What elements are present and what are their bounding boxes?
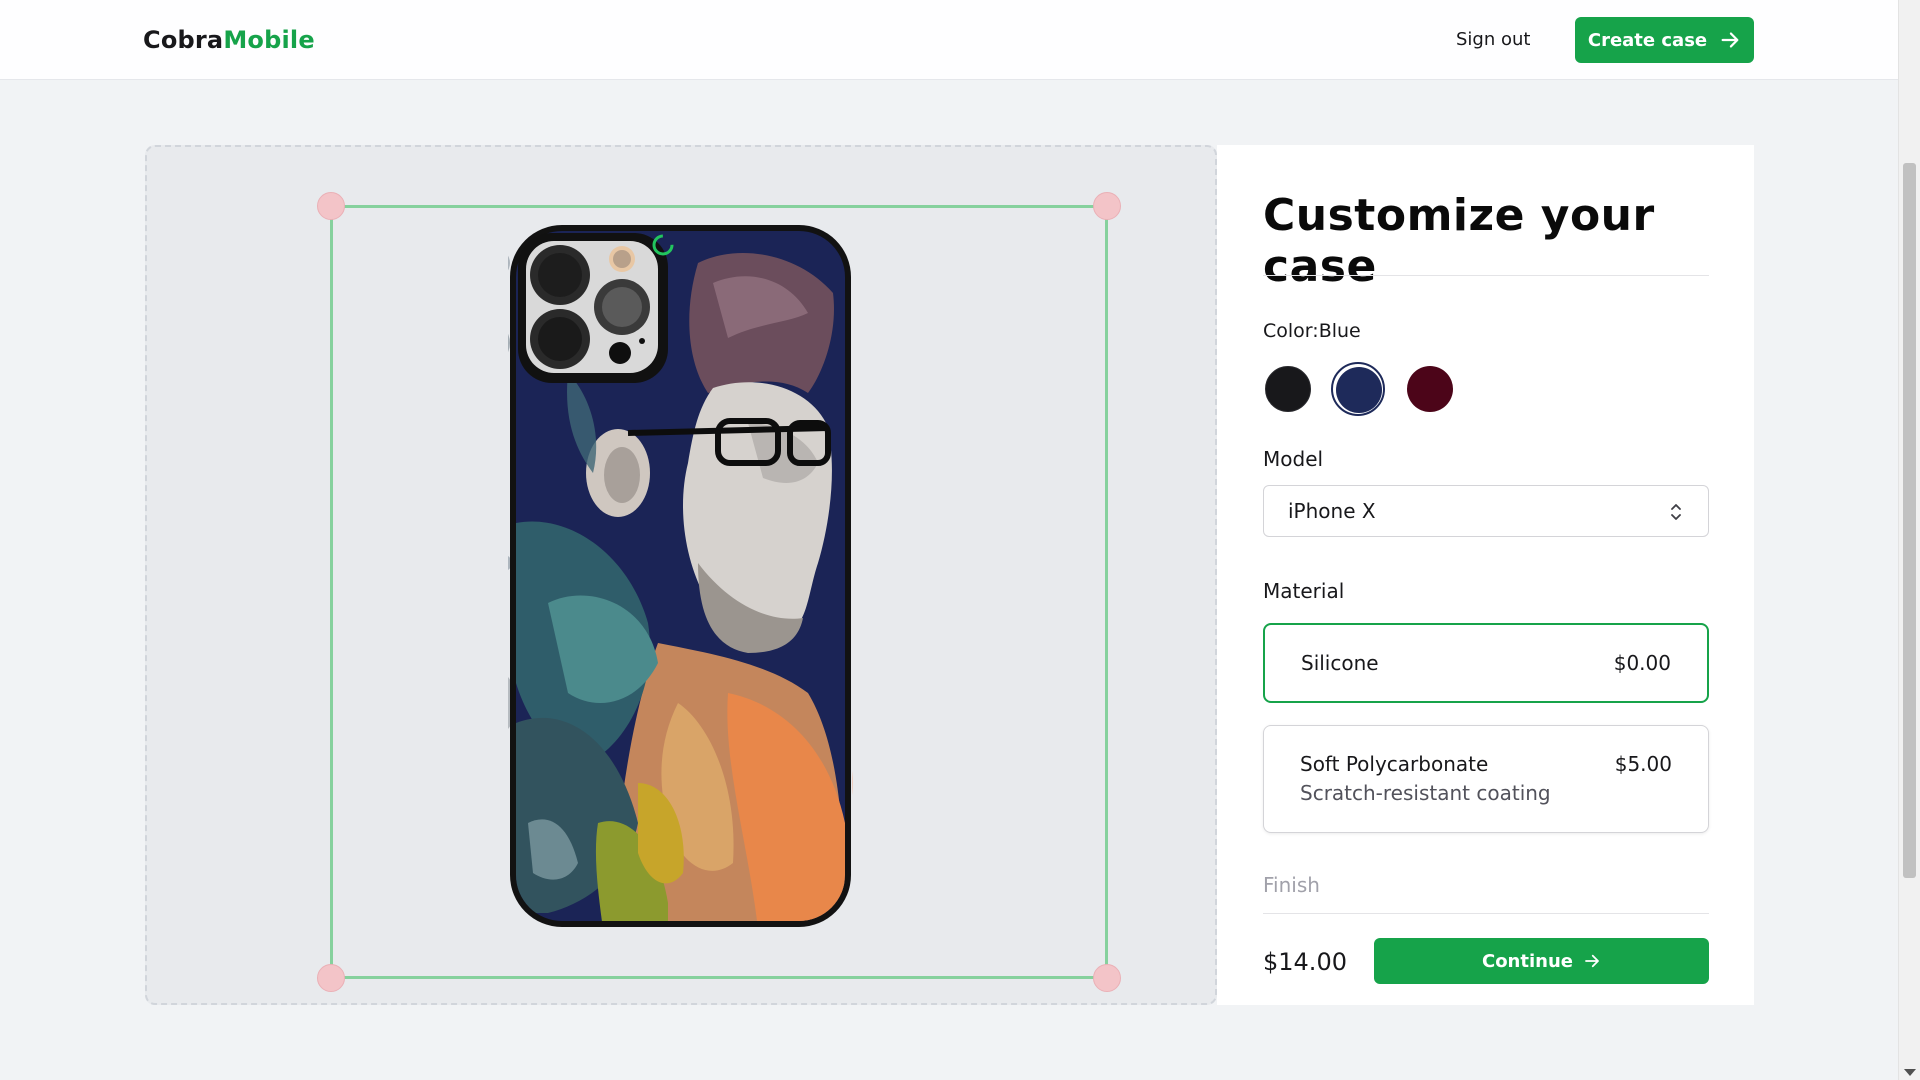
resize-handle-top-left[interactable]	[317, 192, 345, 220]
logo[interactable]: CobraMobile	[143, 26, 315, 54]
material-option-soft-polycarbonate[interactable]: Soft Polycarbonate Scratch-resistant coa…	[1263, 725, 1709, 833]
resize-handle-top-right[interactable]	[1093, 192, 1121, 220]
continue-button[interactable]: Continue	[1374, 938, 1709, 984]
color-swatch-rose[interactable]	[1403, 362, 1457, 416]
finish-label: Finish	[1263, 873, 1320, 897]
color-swatch-black-dot	[1265, 366, 1311, 412]
phone-case-preview[interactable]	[508, 223, 853, 929]
color-swatch-blue[interactable]	[1331, 362, 1385, 416]
resize-handle-bottom-left[interactable]	[317, 964, 345, 992]
design-canvas	[145, 145, 1217, 1005]
material-option-price: $5.00	[1614, 752, 1672, 776]
color-label: Color:Blue	[1263, 320, 1361, 342]
splash-artwork-right	[852, 770, 853, 796]
page-scrollbar[interactable]	[1898, 0, 1920, 1080]
title-divider	[1263, 275, 1709, 276]
resize-handle-bottom-right[interactable]	[1093, 964, 1121, 992]
scroll-down-arrow-icon[interactable]	[1904, 1069, 1916, 1076]
chevrons-up-down-icon	[1671, 504, 1681, 520]
total-price: $14.00	[1263, 948, 1347, 976]
color-swatch-black[interactable]	[1261, 362, 1315, 416]
top-navbar: CobraMobile Sign out Create case	[0, 0, 1898, 80]
scrollbar-thumb[interactable]	[1903, 163, 1916, 878]
footer-divider	[1263, 913, 1709, 914]
logo-text-primary: Cobra	[143, 26, 224, 54]
material-option-name: Soft Polycarbonate	[1300, 752, 1489, 776]
material-option-silicone[interactable]: Silicone $0.00	[1263, 623, 1709, 703]
material-label: Material	[1263, 579, 1345, 603]
camera-module	[518, 233, 668, 383]
customize-panel: Customize your case Color:Blue Model iPh…	[1217, 145, 1754, 1005]
logo-text-accent: Mobile	[223, 26, 315, 54]
material-option-price: $0.00	[1613, 651, 1671, 675]
color-label-prefix: Color:	[1263, 320, 1319, 342]
sign-out-link[interactable]: Sign out	[1440, 20, 1546, 58]
create-case-button[interactable]: Create case	[1575, 17, 1754, 63]
material-option-description: Scratch-resistant coating	[1300, 781, 1551, 805]
model-label: Model	[1263, 447, 1324, 471]
model-select-value: iPhone X	[1288, 499, 1376, 523]
color-selected-value: Blue	[1318, 320, 1361, 342]
arrow-right-icon	[1585, 954, 1599, 968]
continue-label: Continue	[1481, 950, 1573, 972]
color-swatch-rose-dot	[1407, 366, 1453, 412]
page-title: Customize your case	[1263, 190, 1655, 292]
create-case-label: Create case	[1587, 29, 1708, 51]
material-option-name: Silicone	[1301, 651, 1379, 675]
arrow-right-icon	[1721, 32, 1739, 48]
color-swatch-blue-dot	[1336, 367, 1382, 413]
model-select[interactable]: iPhone X	[1263, 485, 1709, 537]
